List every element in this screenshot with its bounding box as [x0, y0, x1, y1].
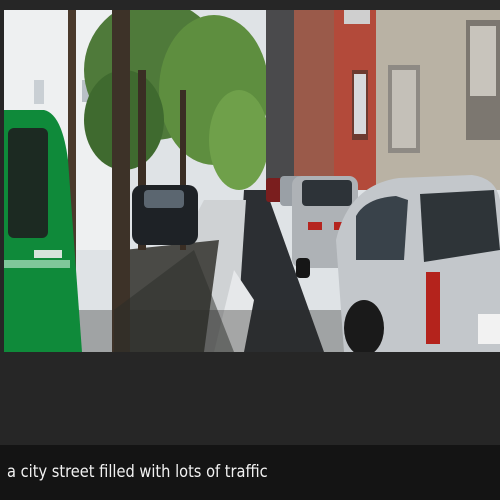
street-scene-illustration: [4, 10, 500, 352]
caption-bar: a city street filled with lots of traffi…: [0, 445, 500, 500]
caption-text: a city street filled with lots of traffi…: [7, 462, 268, 482]
top-border: [0, 0, 500, 10]
street-photo: [4, 10, 500, 352]
empty-band: [0, 352, 500, 445]
